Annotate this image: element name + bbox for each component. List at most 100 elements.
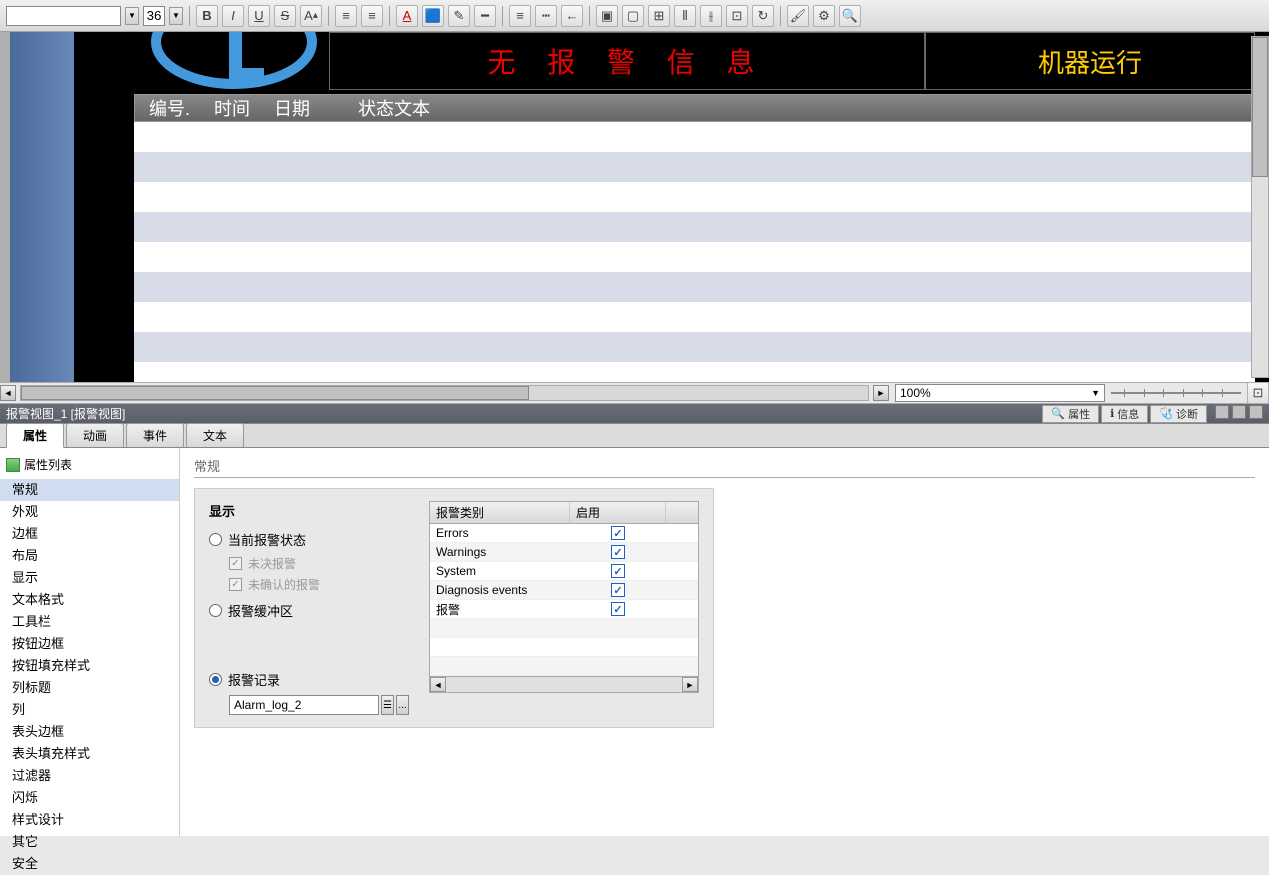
table-row[interactable]: 报警✓: [430, 600, 698, 619]
properties-tab-button[interactable]: 🔍 属性: [1042, 405, 1099, 423]
scroll-right-icon[interactable]: ►: [682, 677, 698, 692]
sidebar-item-columns[interactable]: 列: [0, 699, 179, 721]
sidebar-item-security[interactable]: 安全: [0, 853, 179, 875]
enable-checkbox[interactable]: ✓: [611, 602, 625, 616]
brush-button[interactable]: 🖌: [787, 5, 809, 27]
table-row: [134, 242, 1255, 272]
zoom-combo[interactable]: 100% ▼: [895, 384, 1105, 402]
enable-checkbox[interactable]: ✓: [611, 564, 625, 578]
font-dropdown-icon[interactable]: ▼: [125, 7, 139, 25]
list-picker-button[interactable]: ☰: [381, 695, 394, 715]
tab-properties[interactable]: 属性: [6, 423, 64, 448]
sidebar-item-table-border[interactable]: 表头边框: [0, 721, 179, 743]
group-button[interactable]: ⊡: [726, 5, 748, 27]
vertical-scrollbar[interactable]: [1251, 36, 1269, 378]
align-center-button[interactable]: ≡: [361, 5, 383, 27]
align-left-button[interactable]: ≡: [335, 5, 357, 27]
scroll-right-button[interactable]: ►: [873, 385, 889, 401]
log-name-input[interactable]: [229, 695, 379, 715]
table-row[interactable]: Diagnosis events✓: [430, 581, 698, 600]
superscript-button[interactable]: A▴: [300, 5, 322, 27]
arrange-front-button[interactable]: ▣: [596, 5, 618, 27]
tab-animations[interactable]: 动画: [66, 423, 124, 447]
radio-icon-checked: [209, 673, 222, 686]
bold-button[interactable]: B: [196, 5, 218, 27]
dash-style-button[interactable]: ┅: [535, 5, 557, 27]
table-row-empty: [430, 619, 698, 638]
col-status-text: 状态文本: [358, 95, 430, 121]
scroll-left-icon[interactable]: ◄: [430, 677, 446, 692]
close-icon[interactable]: [1249, 405, 1263, 419]
underline-button[interactable]: U: [248, 5, 270, 27]
tab-texts[interactable]: 文本: [186, 423, 244, 447]
sidebar-item-toolbar[interactable]: 工具栏: [0, 611, 179, 633]
property-sidebar: 属性列表 常规 外观 边框 布局 显示 文本格式 工具栏 按钮边框 按钮填充样式…: [0, 448, 180, 836]
rotate-button[interactable]: ↻: [752, 5, 774, 27]
sidebar-item-flash[interactable]: 闪烁: [0, 787, 179, 809]
sidebar-item-misc[interactable]: 其它: [0, 831, 179, 853]
line-width-button[interactable]: ≡: [509, 5, 531, 27]
size-dropdown-icon[interactable]: ▼: [169, 7, 183, 25]
arrange-back-button[interactable]: ▢: [622, 5, 644, 27]
diagnostics-tab-button[interactable]: 🩺 诊断: [1150, 405, 1207, 423]
sidebar-item-general[interactable]: 常规: [0, 479, 179, 501]
enable-checkbox[interactable]: ✓: [611, 583, 625, 597]
font-size-combo[interactable]: [143, 6, 165, 26]
align-objects-button[interactable]: ⊞: [648, 5, 670, 27]
canvas[interactable]: 无 报 警 信 息 机器运行 编号. 时间 日期 状态文本: [74, 32, 1269, 382]
radio-icon: [209, 604, 222, 617]
zoom-slider[interactable]: [1111, 385, 1241, 401]
slider-tick: [1144, 389, 1145, 397]
radio-current-alarm[interactable]: 当前报警状态: [209, 530, 409, 549]
sidebar-item-column-header[interactable]: 列标题: [0, 677, 179, 699]
table-row[interactable]: Errors✓: [430, 524, 698, 543]
left-blue-bar: [10, 32, 74, 382]
scrollbar-thumb[interactable]: [1252, 37, 1268, 177]
col-enable[interactable]: 启用: [570, 502, 666, 523]
zoom-tool-button[interactable]: 🔍: [839, 5, 861, 27]
strike-button[interactable]: S: [274, 5, 296, 27]
sidebar-item-layout[interactable]: 布局: [0, 545, 179, 567]
font-color-button[interactable]: A: [396, 5, 418, 27]
sidebar-item-appearance[interactable]: 外观: [0, 501, 179, 523]
table-row[interactable]: Warnings✓: [430, 543, 698, 562]
italic-button[interactable]: I: [222, 5, 244, 27]
sidebar-item-style[interactable]: 样式设计: [0, 809, 179, 831]
alarm-table-body[interactable]: [134, 122, 1255, 382]
sidebar-item-border[interactable]: 边框: [0, 523, 179, 545]
sidebar-item-display[interactable]: 显示: [0, 567, 179, 589]
table-body: Errors✓Warnings✓System✓Diagnosis events✓…: [430, 524, 698, 676]
fill-color-button[interactable]: 🟦: [422, 5, 444, 27]
info-tab-button[interactable]: ℹ 信息: [1101, 405, 1148, 423]
sidebar-item-button-border[interactable]: 按钮边框: [0, 633, 179, 655]
scroll-track[interactable]: [446, 677, 682, 692]
h-scroll-thumb[interactable]: [21, 386, 529, 400]
table-row[interactable]: System✓: [430, 562, 698, 581]
settings-button[interactable]: ⚙: [813, 5, 835, 27]
sidebar-item-button-fill[interactable]: 按钮填充样式: [0, 655, 179, 677]
font-family-combo[interactable]: [6, 6, 121, 26]
sidebar-item-text-format[interactable]: 文本格式: [0, 589, 179, 611]
col-alarm-class[interactable]: 报警类别: [430, 502, 570, 523]
tab-events[interactable]: 事件: [126, 423, 184, 447]
zoom-fit-button[interactable]: ⊡: [1247, 382, 1269, 404]
distribute-h-button[interactable]: ⫴: [674, 5, 696, 27]
sidebar-item-table-fill[interactable]: 表头填充样式: [0, 743, 179, 765]
line-color-button[interactable]: ✎: [448, 5, 470, 27]
horizontal-scrollbar[interactable]: [20, 385, 869, 401]
layout-icon[interactable]: [1215, 405, 1229, 419]
property-list: 常规 外观 边框 布局 显示 文本格式 工具栏 按钮边框 按钮填充样式 列标题 …: [0, 479, 179, 875]
sidebar-item-filter[interactable]: 过滤器: [0, 765, 179, 787]
enable-checkbox[interactable]: ✓: [611, 526, 625, 540]
minimize-icon[interactable]: [1232, 405, 1246, 419]
scroll-left-button[interactable]: ◄: [0, 385, 16, 401]
arrow-start-button[interactable]: ←: [561, 5, 583, 27]
distribute-v-button[interactable]: ⫲: [700, 5, 722, 27]
browse-button[interactable]: ...: [396, 695, 409, 715]
radio-alarm-buffer[interactable]: 报警缓冲区: [209, 601, 409, 620]
log-name-row: ☰ ...: [229, 695, 409, 715]
enable-checkbox[interactable]: ✓: [611, 545, 625, 559]
diagnostics-label: 诊断: [1176, 406, 1198, 422]
radio-alarm-log[interactable]: 报警记录: [209, 670, 409, 689]
line-style-button[interactable]: ━: [474, 5, 496, 27]
